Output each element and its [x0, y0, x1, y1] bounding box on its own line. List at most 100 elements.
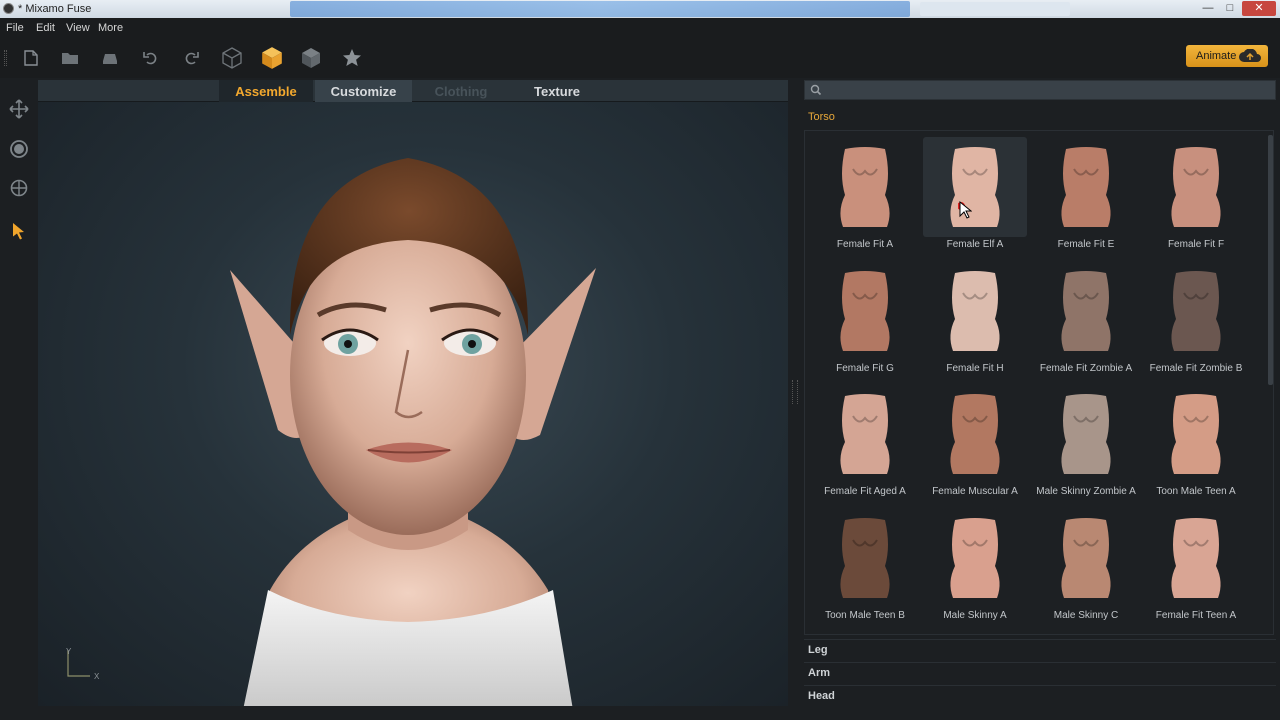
- wireframe-cube-icon[interactable]: [219, 46, 245, 70]
- torso-thumbnail-icon: [1061, 147, 1111, 227]
- torso-item-label: Male Skinny A: [943, 610, 1007, 621]
- title-bar: * Mixamo Fuse — □ ✕: [0, 0, 1280, 18]
- tab-texture[interactable]: Texture: [510, 80, 604, 102]
- torso-item[interactable]: Female Fit Zombie B: [1144, 261, 1248, 381]
- open-folder-icon[interactable]: [57, 46, 83, 70]
- character-model[interactable]: [208, 150, 608, 706]
- mouse-cursor-icon: [958, 200, 972, 219]
- torso-thumbnail-icon: [1171, 271, 1221, 351]
- menu-file[interactable]: File: [6, 22, 24, 34]
- torso-item[interactable]: Female Fit Teen A: [1144, 508, 1248, 628]
- category-title: Torso: [808, 111, 835, 123]
- torso-item-label: Toon Male Teen A: [1156, 486, 1236, 497]
- torso-item-label: Female Fit Zombie A: [1039, 363, 1133, 374]
- torso-item-label: Female Fit E: [1057, 239, 1115, 250]
- search-icon: [810, 84, 822, 96]
- select-pointer-icon[interactable]: [6, 218, 32, 244]
- tab-assemble[interactable]: Assemble: [219, 80, 313, 102]
- axis-x-label: X: [94, 672, 100, 681]
- menu-more[interactable]: More: [98, 22, 123, 34]
- torso-item-label: Female Fit G: [836, 363, 894, 374]
- 3d-viewport[interactable]: Assemble Customize Clothing Texture Y X: [38, 80, 788, 706]
- torso-item[interactable]: Female Fit E: [1034, 137, 1138, 257]
- torso-item[interactable]: Male Skinny A: [923, 508, 1027, 628]
- section-head[interactable]: Head: [804, 685, 1276, 706]
- torso-item[interactable]: Toon Male Teen A: [1144, 384, 1248, 504]
- close-button[interactable]: ✕: [1242, 1, 1276, 16]
- menu-edit[interactable]: Edit: [36, 22, 55, 34]
- save-icon[interactable]: [97, 46, 123, 70]
- menu-bar: File Edit View More: [0, 18, 1280, 38]
- torso-item-label: Toon Male Teen B: [825, 610, 905, 621]
- torso-item-label: Female Fit Zombie B: [1149, 363, 1243, 374]
- move-tool-icon[interactable]: [6, 96, 32, 122]
- maximize-button[interactable]: □: [1220, 1, 1240, 16]
- torso-item-label: Female Muscular A: [932, 486, 1018, 497]
- solid-cube-icon[interactable]: [259, 46, 285, 70]
- torso-thumbnail-icon: [950, 271, 1000, 351]
- panel-splitter[interactable]: [792, 380, 798, 404]
- torso-item[interactable]: Female Elf A: [923, 137, 1027, 250]
- torso-thumbnail-icon: [1171, 147, 1221, 227]
- shaded-cube-icon[interactable]: [298, 46, 324, 70]
- torso-thumbnail-icon: [1061, 271, 1111, 351]
- torso-item[interactable]: Female Fit Zombie A: [1034, 261, 1138, 381]
- grid-scrollbar[interactable]: [1268, 135, 1273, 632]
- star-icon[interactable]: [339, 46, 365, 70]
- animate-button[interactable]: Animate: [1186, 45, 1268, 67]
- torso-item-label: Male Skinny Zombie A: [1036, 486, 1136, 497]
- rotate-tool-icon[interactable]: [6, 136, 32, 162]
- torso-item-label: Male Skinny C: [1053, 610, 1119, 621]
- animate-label: Animate: [1196, 50, 1237, 62]
- torso-item[interactable]: Female Fit A: [813, 137, 917, 257]
- app-icon: [3, 3, 14, 14]
- undo-icon[interactable]: [138, 46, 164, 70]
- torso-thumbnail-icon: [950, 518, 1000, 598]
- toolbar-grip[interactable]: [4, 50, 7, 66]
- torso-item[interactable]: Female Fit Aged A: [813, 384, 917, 504]
- taskbar-overlay-right: [920, 2, 1070, 16]
- torso-item-label: Female Fit H: [946, 363, 1004, 374]
- search-input[interactable]: [829, 83, 1269, 99]
- torso-item[interactable]: Female Fit F: [1144, 137, 1248, 257]
- torso-item-label: Female Fit Teen A: [1155, 610, 1237, 621]
- toolbar: [0, 38, 1280, 78]
- torso-thumbnail-icon: [840, 518, 890, 598]
- tab-clothing: Clothing: [434, 83, 488, 99]
- torso-item[interactable]: Male Skinny C: [1034, 508, 1138, 628]
- minimize-button[interactable]: —: [1198, 1, 1218, 16]
- torso-item[interactable]: Female Fit G: [813, 261, 917, 381]
- torso-thumbnail-icon: [950, 147, 1000, 227]
- menu-view[interactable]: View: [66, 22, 90, 34]
- target-tool-icon[interactable]: [6, 175, 32, 201]
- torso-item-label: Female Fit A: [836, 239, 894, 250]
- window-title: * Mixamo Fuse: [18, 3, 92, 15]
- torso-thumbnail-icon: [950, 394, 1000, 474]
- search-box[interactable]: [804, 80, 1276, 100]
- new-file-icon[interactable]: [18, 46, 44, 70]
- torso-item[interactable]: Male Skinny Zombie A: [1034, 384, 1138, 504]
- torso-thumbnail-icon: [1171, 394, 1221, 474]
- scroll-thumb[interactable]: [1268, 135, 1273, 385]
- torso-thumbnail-icon: [840, 394, 890, 474]
- parts-panel: Torso Female Fit A Female Elf A Female Fit…: [802, 78, 1278, 720]
- torso-grid: Female Fit A Female Elf A Female Fit E Fema…: [804, 130, 1274, 635]
- section-arm[interactable]: Arm: [804, 662, 1276, 683]
- axis-y-label: Y: [66, 647, 72, 656]
- torso-thumbnail-icon: [1061, 394, 1111, 474]
- mode-tabs: Assemble Customize Clothing Texture: [38, 80, 788, 102]
- torso-item[interactable]: Female Muscular A: [923, 384, 1027, 504]
- torso-thumbnail-icon: [840, 271, 890, 351]
- torso-item-label: Female Fit F: [1167, 239, 1225, 250]
- torso-item[interactable]: Female Fit H: [923, 261, 1027, 381]
- taskbar-overlay: [290, 1, 910, 17]
- section-leg[interactable]: Leg: [804, 639, 1276, 660]
- torso-item[interactable]: Toon Male Teen B: [813, 508, 917, 628]
- cloud-upload-icon: [1239, 49, 1261, 62]
- torso-item-label: Female Fit Aged A: [824, 486, 906, 497]
- torso-thumbnail-icon: [1171, 518, 1221, 598]
- left-tool-strip: [0, 78, 38, 720]
- tab-customize[interactable]: Customize: [315, 80, 412, 102]
- torso-thumbnail-icon: [1061, 518, 1111, 598]
- redo-icon[interactable]: [178, 46, 204, 70]
